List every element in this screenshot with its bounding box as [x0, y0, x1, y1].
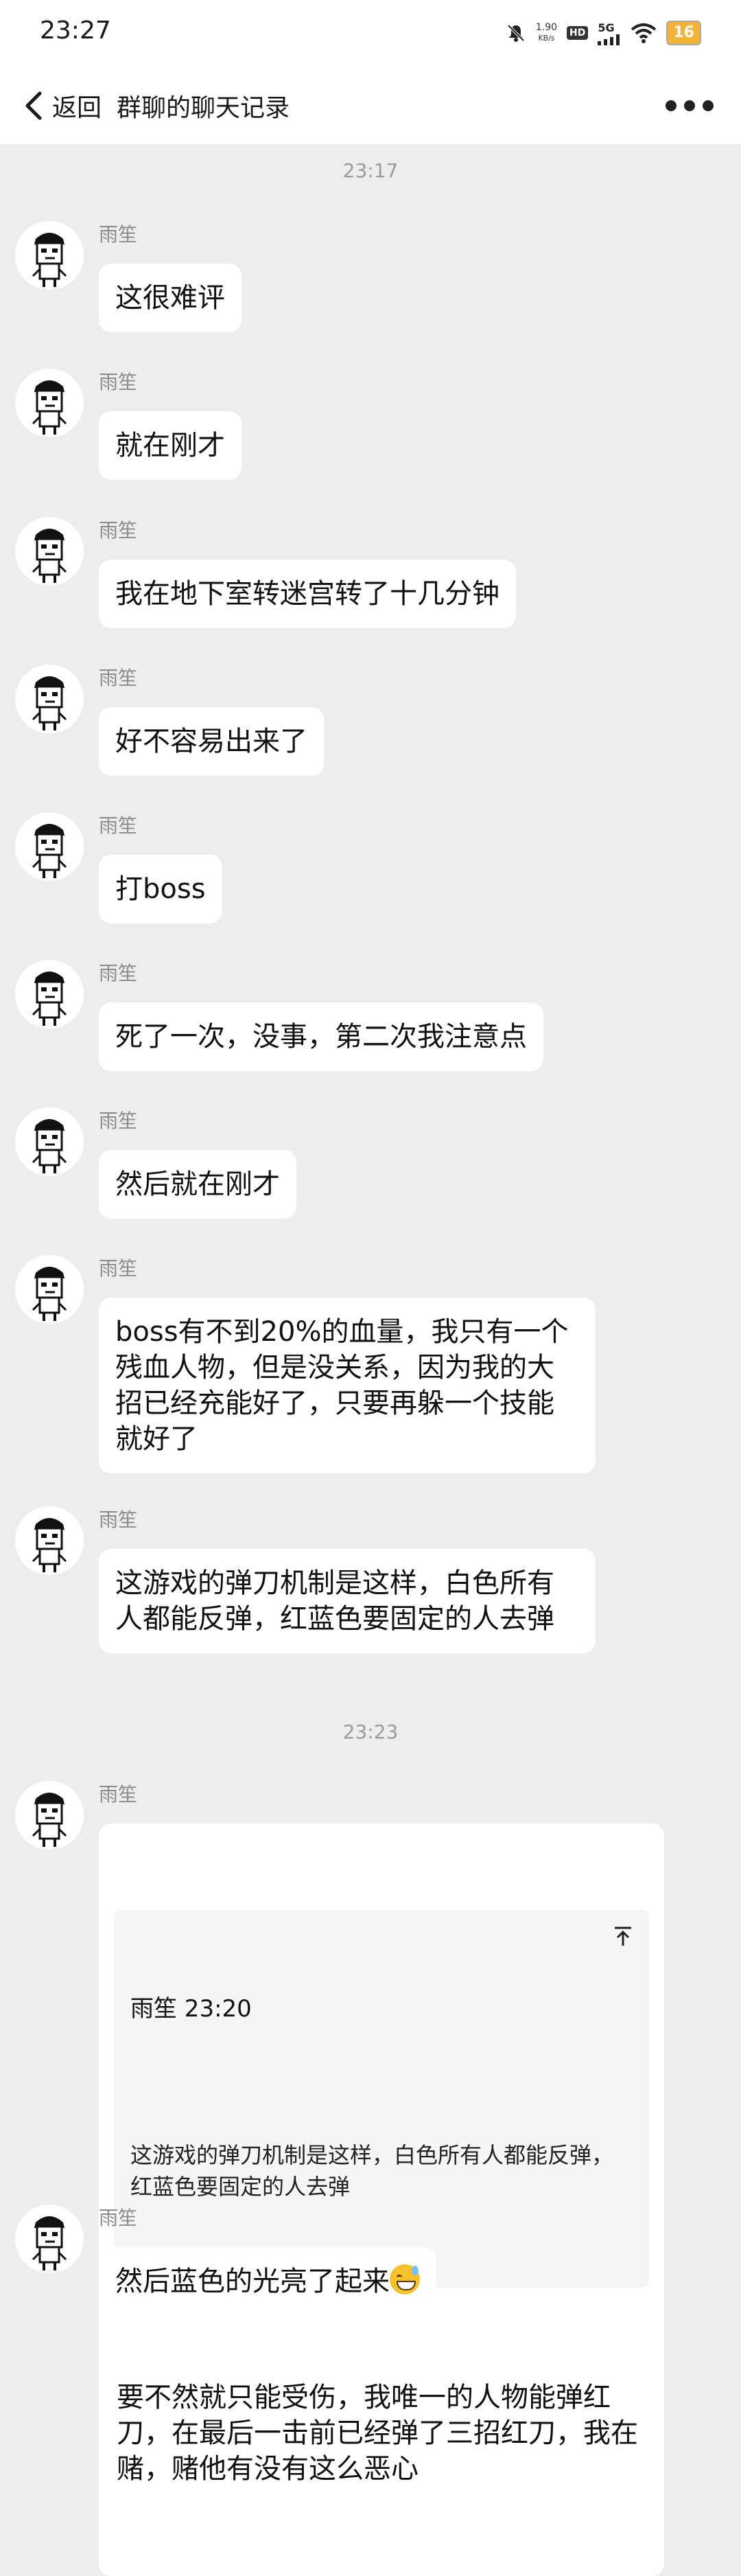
status-icons: 1.90 KB/s HD 5G 16 — [506, 19, 701, 47]
status-bar: 23:27 1.90 KB/s HD 5G 16 — [0, 0, 741, 67]
cartoon-face-icon — [15, 369, 84, 437]
back-button[interactable]: 返回 群聊的聊天记录 — [22, 84, 290, 128]
cartoon-face-icon — [15, 1255, 84, 1324]
cartoon-face-icon — [15, 960, 84, 1028]
back-label: 返回 — [52, 94, 102, 122]
sender-name: 雨笙 — [99, 814, 138, 837]
chat-timestamp: 23:23 — [342, 1721, 399, 1743]
cartoon-face-icon — [15, 2205, 84, 2273]
message-bubble[interactable]: 死了一次，没事，第二次我注意点 — [99, 1002, 543, 1071]
status-time: 23:27 — [40, 16, 111, 45]
cartoon-face-icon — [15, 517, 84, 586]
avatar[interactable] — [15, 517, 84, 586]
message-bubble[interactable]: 雨笙 23:20 这游戏的弹刀机制是这样，白色所有人都能反弹，红蓝色要固定的人去… — [99, 1824, 664, 2576]
chevron-left-icon — [25, 91, 42, 120]
net-speed-value: 1.90 — [535, 22, 558, 33]
avatar[interactable] — [15, 2205, 84, 2273]
chat-timestamp: 23:17 — [342, 159, 399, 182]
message-bubble[interactable]: boss有不到20%的血量，我只有一个残血人物，但是没关系，因为我的大招已经充能… — [99, 1298, 596, 1473]
jump-to-original-icon[interactable] — [612, 1925, 634, 1947]
quoted-text: 这游戏的弹刀机制是这样，白色所有人都能反弹，红蓝色要固定的人去弹 — [130, 2142, 614, 2200]
wifi-icon — [631, 23, 657, 43]
sender-name: 雨笙 — [99, 1508, 138, 1531]
more-dot-icon — [703, 100, 714, 111]
cartoon-face-icon — [15, 1781, 84, 1850]
sender-name: 雨笙 — [99, 1257, 138, 1280]
sender-name: 雨笙 — [99, 371, 138, 393]
message-bubble[interactable]: 然后蓝色的光亮了起来 — [99, 2247, 436, 2316]
sender-name: 雨笙 — [99, 2207, 138, 2229]
network-type: 5G — [598, 21, 615, 34]
nav-bar: 返回 群聊的聊天记录 — [0, 67, 741, 144]
message-bubble[interactable]: 这很难评 — [99, 264, 242, 332]
mute-icon — [506, 23, 526, 43]
sender-name: 雨笙 — [99, 1109, 138, 1132]
cellular-signal: 5G — [598, 21, 621, 45]
page-title: 群聊的聊天记录 — [117, 94, 290, 122]
avatar[interactable] — [15, 1107, 84, 1176]
more-dot-icon — [684, 100, 695, 111]
sender-name: 雨笙 — [99, 519, 138, 542]
message-bubble[interactable]: 这游戏的弹刀机制是这样，白色所有人都能反弹，红蓝色要固定的人去弹 — [99, 1549, 596, 1653]
sender-name: 雨笙 — [99, 1783, 138, 1806]
cartoon-face-icon — [15, 1107, 84, 1176]
avatar[interactable] — [15, 369, 84, 437]
avatar[interactable] — [15, 665, 84, 733]
message-bubble[interactable]: 然后就在刚才 — [99, 1150, 296, 1219]
message-bubble[interactable]: 就在刚才 — [99, 411, 242, 480]
cartoon-face-icon — [15, 812, 84, 881]
avatar[interactable] — [15, 812, 84, 881]
sender-name: 雨笙 — [99, 667, 138, 689]
battery-indicator: 16 — [666, 21, 701, 45]
quoted-message[interactable]: 雨笙 23:20 这游戏的弹刀机制是这样，白色所有人都能反弹，红蓝色要固定的人去… — [114, 1910, 649, 2288]
more-dot-icon — [666, 100, 677, 111]
avatar[interactable] — [15, 1506, 84, 1575]
cartoon-face-icon — [15, 665, 84, 733]
message-bubble[interactable]: 我在地下室转迷宫转了十几分钟 — [99, 560, 516, 628]
chat-history[interactable]: 23:17 雨笙 这很难评 雨笙 就在刚才 雨笙 我在地下室转迷宫转了十几分钟 … — [0, 144, 741, 2576]
quoted-header: 雨笙 23:20 — [130, 1995, 252, 2023]
message-bubble[interactable]: 好不容易出来了 — [99, 707, 324, 776]
sweat-smile-icon — [390, 2264, 420, 2295]
net-speed-unit: KB/s — [538, 34, 555, 43]
avatar[interactable] — [15, 221, 84, 290]
message-bubble[interactable]: 打boss — [99, 855, 222, 923]
signal-bars-icon — [598, 34, 620, 45]
sender-name: 雨笙 — [99, 962, 138, 985]
sender-name: 雨笙 — [99, 223, 138, 246]
avatar[interactable] — [15, 960, 84, 1028]
more-options-button[interactable] — [666, 93, 714, 118]
message-text: 然后蓝色的光亮了起来 — [115, 2266, 390, 2297]
avatar[interactable] — [15, 1255, 84, 1324]
net-speed: 1.90 KB/s — [536, 22, 557, 44]
reply-text: 要不然就只能受伤，我唯一的人物能弹红刀，在最后一击前已经弹了三招红刀，我在赌，赌… — [117, 2382, 638, 2485]
hd-badge: HD — [567, 26, 589, 40]
cartoon-face-icon — [15, 221, 84, 290]
avatar[interactable] — [15, 1781, 84, 1850]
cartoon-face-icon — [15, 1506, 84, 1575]
